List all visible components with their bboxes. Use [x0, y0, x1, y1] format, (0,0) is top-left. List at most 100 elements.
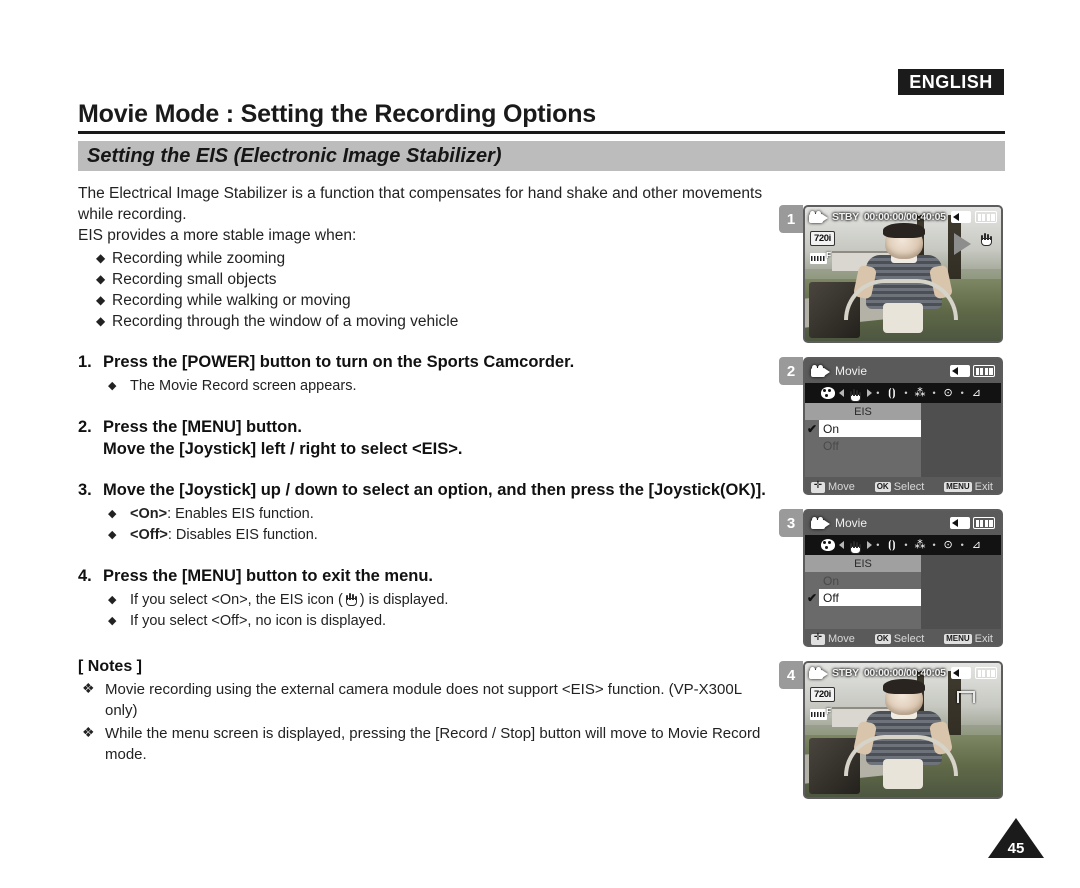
step-1-sublist: ◆ The Movie Record screen appears. [78, 376, 768, 397]
list-item-label: If you select <Off>, no icon is displaye… [130, 613, 387, 629]
menu-option-label[interactable]: On [819, 572, 921, 589]
menu-bottom-bar: Move OK Select MENU Exit [805, 629, 1001, 645]
menu-option-column: EIS ✔ On Off [805, 403, 921, 477]
viewfinder-image [805, 207, 1001, 341]
menu-option-label[interactable]: Off [819, 437, 921, 454]
white-balance-icon[interactable]: ⊿ [968, 387, 985, 400]
move-label: Move [828, 481, 855, 493]
screenshot-2-step-badge: 2 [779, 357, 803, 385]
list-item: ❖ While the menu screen is displayed, pre… [78, 723, 768, 765]
step-4: 4. Press the [MENU] button to exit the m… [78, 565, 768, 632]
speaker-icon [950, 517, 970, 529]
note-text: While the menu screen is displayed, pres… [105, 725, 761, 763]
menu-option-row-on[interactable]: On [805, 572, 921, 589]
menu-bottom-bar: Move OK Select MENU Exit [805, 477, 1001, 493]
menu-option-row-off[interactable]: ✔ Off [805, 589, 921, 606]
chevron-left-icon[interactable] [839, 389, 845, 397]
menu-option-label[interactable]: On [819, 420, 921, 437]
clover-bullet-icon: ❖ [82, 724, 95, 740]
focus-icon[interactable]: ⦗⦘ [883, 387, 900, 400]
program-ae-icon[interactable]: ⊙ [940, 539, 957, 552]
resolution-badge: 720i [810, 687, 835, 702]
diamond-bullet-icon: ◆ [96, 293, 106, 307]
menu-option-row-on[interactable]: ✔ On [805, 420, 921, 437]
chevron-left-icon[interactable] [839, 541, 845, 549]
effect-icon[interactable]: ⁂ [912, 387, 929, 400]
step-1-number: 1. [78, 353, 92, 371]
camcorder-icon [809, 667, 828, 679]
focus-icon[interactable]: ⦗⦘ [883, 539, 900, 552]
camcorder-icon [811, 365, 830, 377]
white-balance-icon[interactable]: ⊿ [968, 539, 985, 552]
menu-column-header: EIS [805, 403, 921, 420]
menu-option-column: EIS On ✔ Off [805, 555, 921, 629]
separator-dot: • [932, 539, 936, 550]
step-4-heading: 4. Press the [MENU] button to exit the m… [78, 565, 768, 587]
step-3-text: Move the [Joystick] up / down to select … [103, 481, 766, 499]
content-column: The Electrical Image Stabilizer is a fun… [78, 183, 768, 767]
intro-paragraph: The Electrical Image Stabilizer is a fun… [78, 185, 763, 223]
list-item-label: Recording through the window of a moving… [112, 313, 459, 330]
option-on-label: <On> [130, 506, 168, 522]
list-item: ◆ If you select <On>, the EIS icon () is… [78, 590, 768, 611]
camcorder-icon [809, 211, 828, 223]
palette-icon[interactable] [821, 539, 836, 551]
screenshot-3-lcd: Movie • ⦗⦘ • ⁂ • ⊙ • ⊿ EIS On ✔ Off ✛ Mo… [803, 509, 1003, 647]
menu-mode-label: Movie [835, 516, 868, 530]
step-3: 3. Move the [Joystick] up / down to sele… [78, 479, 768, 546]
battery-area [950, 517, 995, 529]
note-text: Movie recording using the external camer… [105, 681, 742, 719]
screenshot-1: 1 STBY 00:00:00/00:40:05 720i F [779, 205, 1007, 347]
osd-left-icons: 720i F [810, 231, 835, 264]
eis-hand-icon[interactable] [848, 539, 863, 554]
intro-bullet-list: ◆ Recording while zooming ◆ Recording smal… [78, 248, 768, 332]
screenshot-4-step-badge: 4 [779, 661, 803, 689]
palette-icon[interactable] [821, 387, 836, 399]
page-title: Movie Mode : Setting the Recording Optio… [78, 100, 596, 128]
diamond-bullet-icon: ◆ [96, 272, 106, 286]
language-badge: ENGLISH [898, 69, 1004, 95]
step-3-sublist: ◆ <On>: Enables EIS function. ◆ <Off>: D… [78, 504, 768, 546]
step-2-number: 2. [78, 418, 92, 436]
step-4-text: Press the [MENU] button to exit the menu… [103, 567, 434, 585]
eis-icon-note-pre: If you select <On>, the EIS icon ( [130, 592, 343, 608]
diamond-bullet-icon: ◆ [108, 380, 117, 392]
play-triangle-icon [954, 233, 971, 255]
osd-status-label: STBY [832, 211, 859, 223]
chevron-right-icon[interactable] [867, 541, 873, 549]
select-label: Select [893, 633, 925, 645]
chevron-right-icon[interactable] [867, 389, 873, 397]
notes-section: [ Notes ] ❖ Movie recording using the ext… [78, 658, 768, 765]
menu-option-label[interactable]: Off [819, 589, 921, 606]
effect-icon[interactable]: ⁂ [912, 539, 929, 552]
list-item-label: The Movie Record screen appears. [130, 378, 357, 394]
menu-column-header: EIS [805, 555, 921, 572]
list-item: ◆ The Movie Record screen appears. [78, 376, 768, 397]
diamond-bullet-icon: ◆ [108, 594, 117, 606]
diamond-bullet-icon: ◆ [96, 251, 106, 265]
step-2-heading: 2. Press the [MENU] button. [78, 416, 768, 438]
step-1: 1. Press the [POWER] button to turn on t… [78, 351, 768, 397]
eis-hand-icon[interactable] [848, 387, 863, 402]
osd-timecode: 00:00:00/00:40:05 [863, 667, 946, 679]
ok-key-badge: OK [874, 482, 891, 492]
step-2: 2. Press the [MENU] button. Move the [Jo… [78, 416, 768, 460]
speaker-icon [951, 667, 971, 679]
exit-label: Exit [974, 633, 993, 645]
option-off-label: <Off> [130, 527, 168, 543]
program-ae-icon[interactable]: ⊙ [940, 387, 957, 400]
step-1-heading: 1. Press the [POWER] button to turn on t… [78, 351, 768, 373]
separator-dot: • [876, 387, 880, 398]
menu-option-row-off[interactable]: Off [805, 437, 921, 454]
step-4-number: 4. [78, 567, 92, 585]
checkmark-icon: ✔ [807, 422, 818, 436]
clover-bullet-icon: ❖ [82, 680, 95, 696]
speaker-icon [951, 211, 971, 223]
resolution-badge: 720i [810, 231, 835, 246]
screenshot-3: 3 Movie • ⦗⦘ • ⁂ • ⊙ • ⊿ EIS On ✔ Off ✛ … [779, 509, 1007, 651]
viewfinder-image [805, 663, 1001, 797]
list-item: ◆ Recording small objects [78, 269, 768, 290]
menu-icon-row: • ⦗⦘ • ⁂ • ⊙ • ⊿ [805, 535, 1001, 555]
list-item: ◆ <On>: Enables EIS function. [78, 504, 768, 525]
quality-letter: F [826, 707, 831, 716]
